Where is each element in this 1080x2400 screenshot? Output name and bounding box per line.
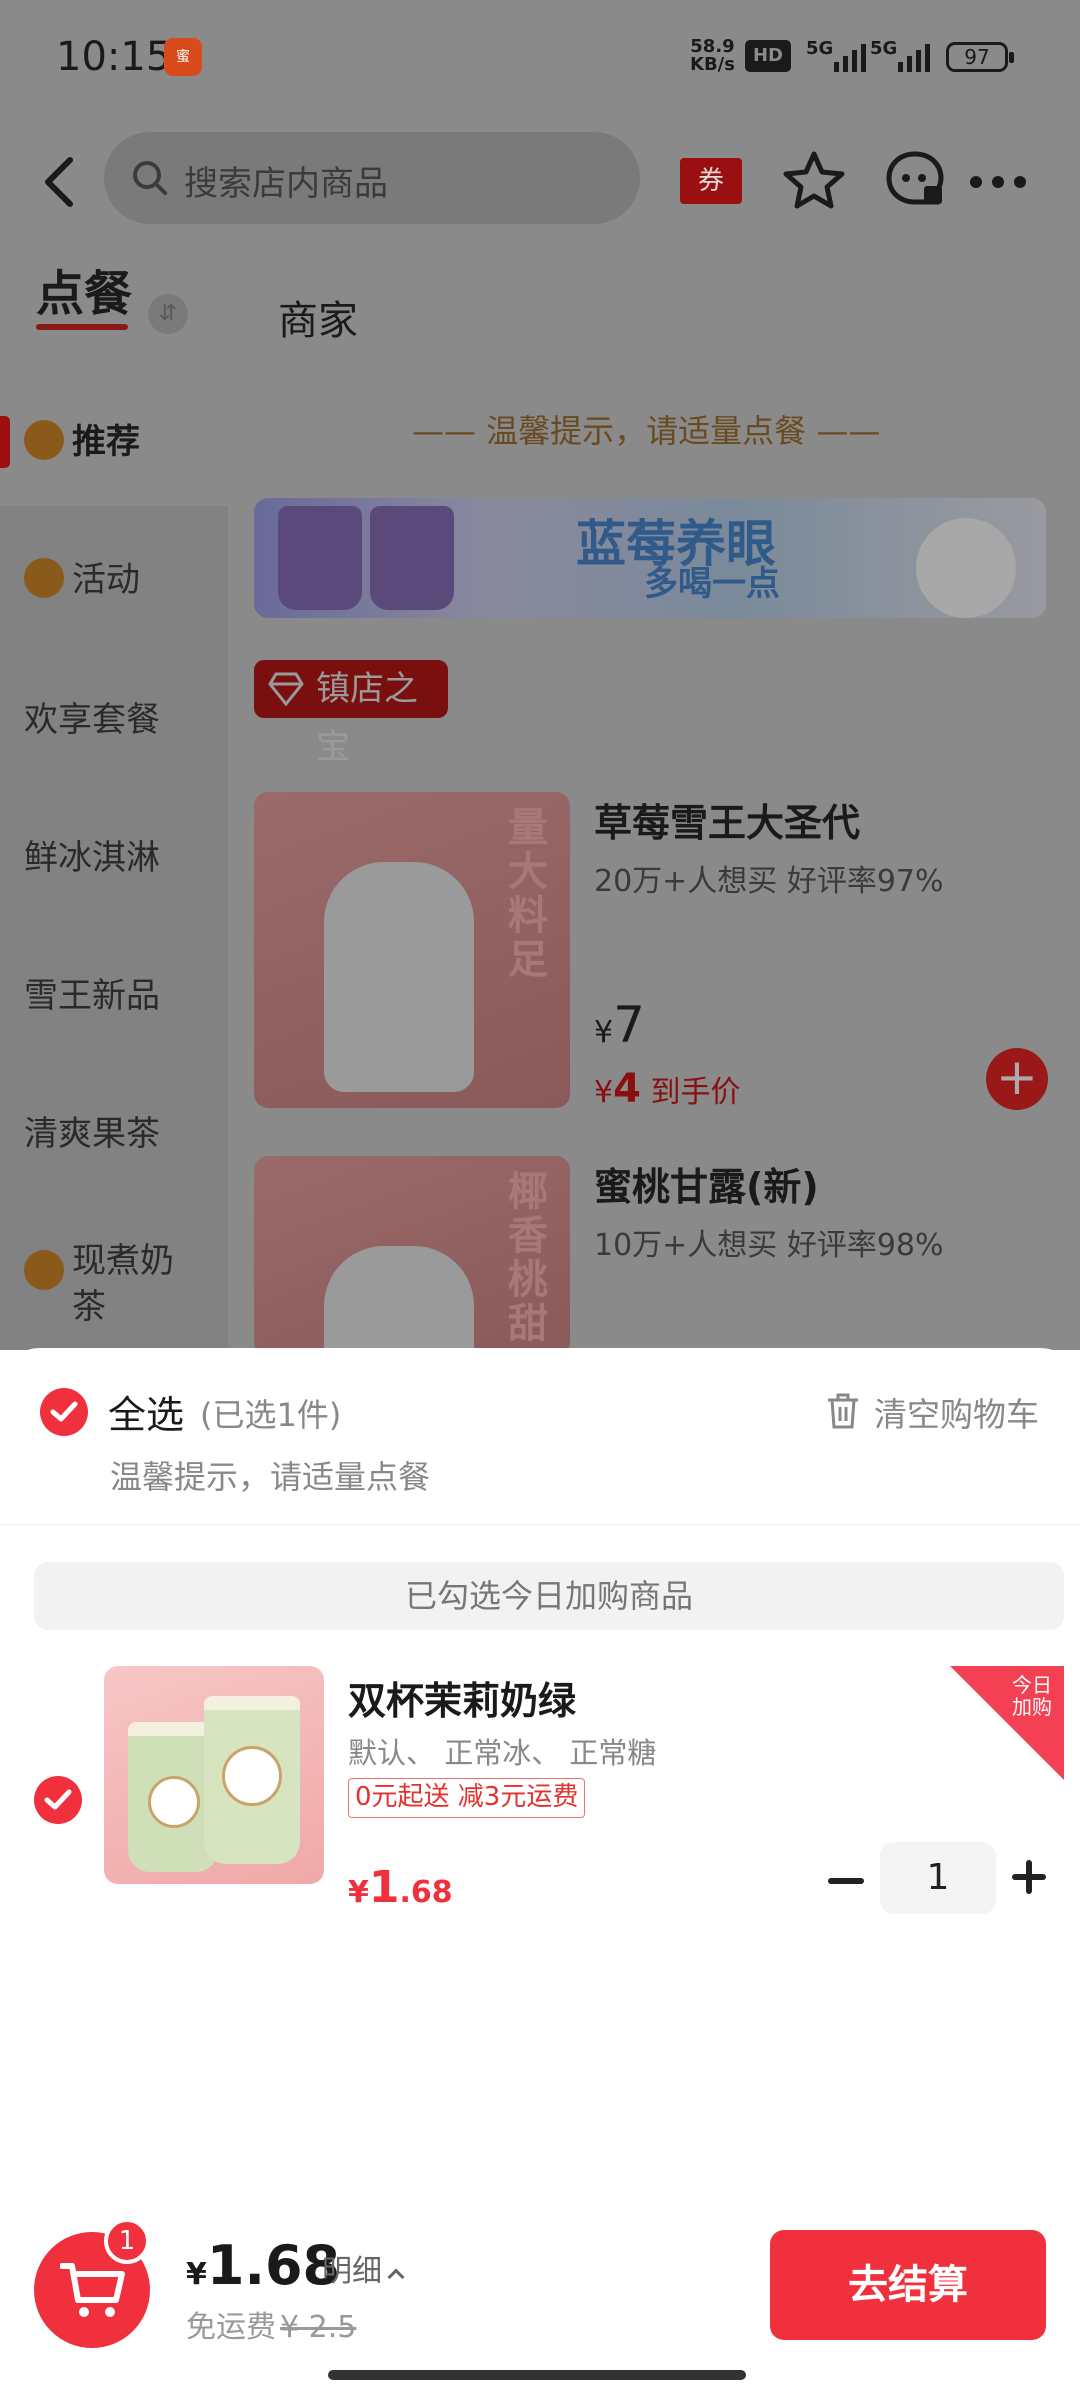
selected-count: (已选1件) (200, 1396, 342, 1434)
increase-quantity-button[interactable] (1012, 1860, 1046, 1894)
cart-item-name[interactable]: 双杯茉莉奶绿 (348, 1670, 576, 1725)
decrease-quantity-button[interactable] (828, 1878, 864, 1884)
clear-cart-label: 清空购物车 (874, 1395, 1039, 1434)
signal-bars-2-icon (898, 40, 930, 72)
price-detail-button[interactable]: 明细 (322, 2246, 405, 2290)
tab-order[interactable]: 点餐 (36, 254, 133, 330)
sidebar-item-ice-cream[interactable]: 鲜冰淇淋 (24, 830, 160, 879)
cart-tip: 温馨提示，请适量点餐 (110, 1458, 431, 1496)
add-to-cart-button[interactable]: + (986, 1048, 1048, 1110)
event-icon (24, 557, 64, 598)
shipping-fee: 免运费 ¥ 2.5 (186, 2310, 357, 2345)
tab-order-label: 点餐 (36, 266, 133, 322)
sidebar-item-new[interactable]: 雪王新品 (24, 968, 160, 1017)
signal-bars-1-icon (834, 40, 866, 72)
recommend-icon (24, 419, 64, 460)
sidebar-item-recommend[interactable]: 推荐 (24, 414, 140, 464)
cart-item-promo: 0元起送 减3元运费 (348, 1778, 586, 1818)
product-image[interactable]: 量大料足 (254, 792, 570, 1108)
checkout-button[interactable]: 去结算 (770, 2230, 1046, 2340)
product-name[interactable]: 草莓雪王大圣代 (594, 792, 860, 847)
store-menu-page: 搜索店内商品 券 点餐 ⇵ 商家 推荐 活动 欢享套餐 鲜冰淇淋 雪王新品 清爽… (0, 116, 1080, 1356)
favorite-star-icon[interactable] (782, 148, 846, 212)
status-bar: 10:15 蜜 58.9 KB/s HD 5G 5G 97 (0, 0, 1080, 116)
search-input[interactable]: 搜索店内商品 (104, 132, 640, 224)
status-time: 10:15 (56, 34, 172, 80)
select-all-checkbox[interactable] (40, 1388, 88, 1436)
product-meta: 10万+人想买 好评率98% (594, 1228, 944, 1263)
trash-icon (828, 1393, 858, 1429)
cart-icon (60, 2263, 125, 2317)
net-speed-unit: KB/s (690, 54, 735, 75)
sidebar-item-milk-tea[interactable]: 现煮奶茶 (24, 1238, 174, 1330)
more-icon[interactable] (970, 176, 1026, 188)
search-icon (133, 161, 167, 195)
search-placeholder: 搜索店内商品 (184, 164, 388, 204)
mascot-image (916, 518, 1016, 618)
category-sidebar: 推荐 活动 欢享套餐 鲜冰淇淋 雪王新品 清爽果茶 现煮奶茶 (0, 378, 228, 1350)
check-icon (50, 1401, 78, 1422)
back-icon[interactable] (36, 152, 82, 212)
chevron-up-icon (387, 2268, 405, 2286)
select-all-label[interactable]: 全选 (108, 1384, 184, 1439)
signal-label-1: 5G (806, 38, 834, 59)
product-image-text: 椰香桃甜 (508, 1169, 548, 1347)
promo-banner[interactable]: 蓝莓养眼 多喝一点 (254, 498, 1046, 618)
cart-count-badge: 1 (104, 2218, 150, 2264)
clear-cart-button[interactable]: 清空购物车 (826, 1388, 1039, 1436)
divider (0, 1524, 1080, 1525)
tab-merchant[interactable]: 商家 (278, 288, 358, 346)
shipping-original-fee: ¥ 2.5 (280, 2310, 357, 2345)
today-selected-bar: 已勾选今日加购商品 (34, 1562, 1064, 1630)
cart-item-spec: 默认、 正常冰、 正常糖 (348, 1736, 657, 1770)
product-image-text: 量大料足 (508, 805, 548, 983)
net-speed: 58.9 KB/s (690, 38, 735, 74)
quantity-value[interactable]: 1 (880, 1842, 996, 1914)
customer-service-icon[interactable] (884, 148, 946, 210)
product-image[interactable]: 椰香桃甜 (254, 1156, 570, 1356)
today-addon-badge: 今日加购 (950, 1666, 1064, 1780)
section-tag: 镇店之宝 (254, 660, 448, 767)
hd-icon: HD (745, 40, 791, 72)
home-indicator[interactable] (328, 2370, 746, 2380)
signal-label-2: 5G (870, 38, 898, 59)
item-checkbox[interactable] (34, 1776, 82, 1824)
battery-icon: 97 (946, 42, 1014, 72)
sidebar-item-fruit-tea[interactable]: 清爽果茶 (24, 1106, 160, 1155)
total-price: ¥1.68 (186, 2234, 341, 2297)
product-deal-price: ¥4 到手价 (594, 1066, 741, 1112)
menu-tip: —— 温馨提示，请适量点餐 —— (412, 412, 881, 450)
coupon-button[interactable]: 券 (680, 158, 742, 204)
sort-toggle-icon[interactable]: ⇵ (148, 294, 188, 334)
product-meta: 20万+人想买 好评率97% (594, 864, 944, 899)
diamond-icon (268, 672, 304, 706)
top-bar: 搜索店内商品 券 (0, 116, 1080, 246)
product-price: ¥7 (594, 996, 645, 1054)
sidebar-item-combo[interactable]: 欢享套餐 (24, 692, 160, 741)
cart-item-image[interactable] (104, 1666, 324, 1884)
check-icon (44, 1789, 72, 1810)
cart-item-price: ¥1.68 (348, 1862, 453, 1913)
sidebar-item-event[interactable]: 活动 (24, 552, 140, 602)
milk-tea-icon (24, 1249, 64, 1290)
product-name[interactable]: 蜜桃甘露(新) (594, 1156, 819, 1211)
banner-subtitle: 多喝一点 (644, 564, 780, 604)
app-badge-icon: 蜜 (164, 38, 202, 76)
